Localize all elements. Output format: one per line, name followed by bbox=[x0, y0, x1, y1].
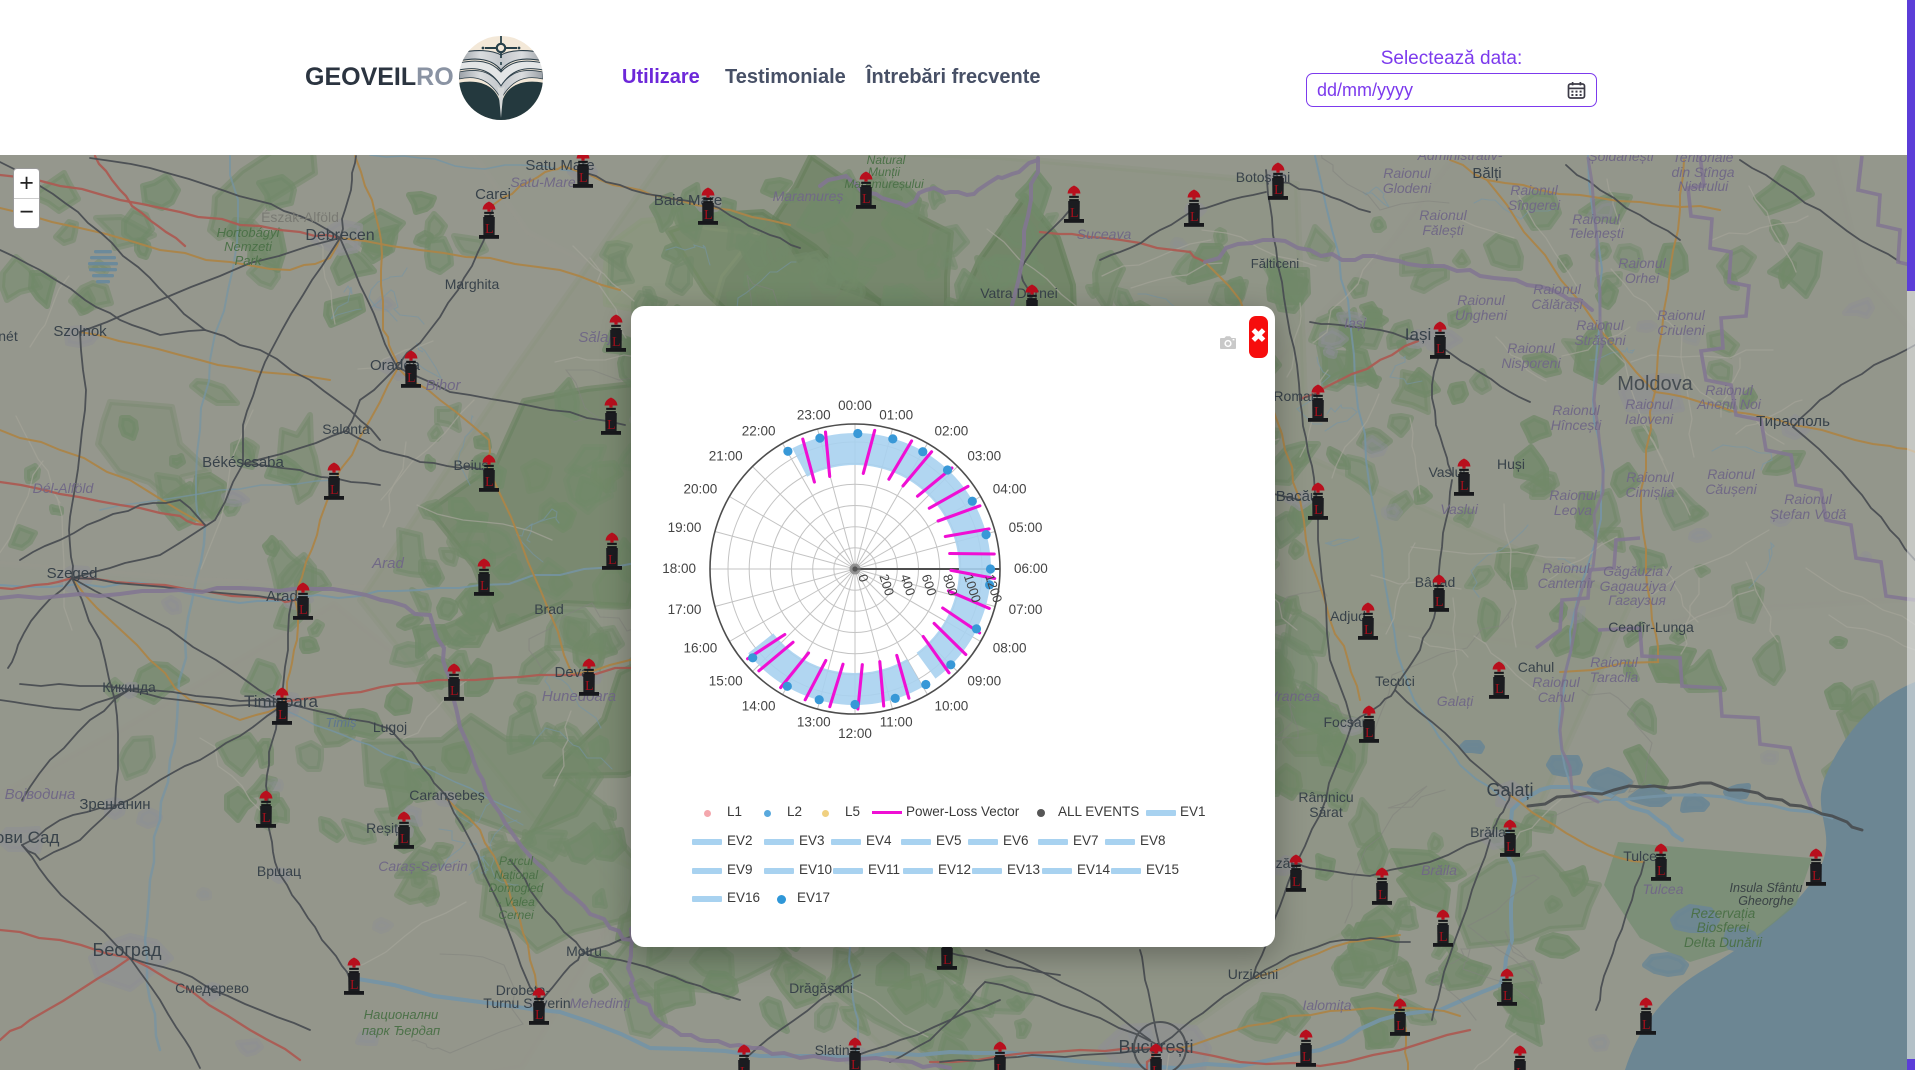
svg-text:14:00: 14:00 bbox=[742, 699, 776, 714]
svg-text:20:00: 20:00 bbox=[684, 482, 718, 497]
svg-text:19:00: 19:00 bbox=[668, 520, 702, 535]
svg-text:05:00: 05:00 bbox=[1009, 520, 1043, 535]
svg-text:16:00: 16:00 bbox=[684, 641, 718, 656]
svg-text:18:00: 18:00 bbox=[662, 561, 696, 576]
svg-text:10:00: 10:00 bbox=[935, 699, 969, 714]
svg-text:09:00: 09:00 bbox=[967, 673, 1001, 688]
svg-text:400: 400 bbox=[897, 572, 918, 597]
svg-text:11:00: 11:00 bbox=[880, 715, 913, 730]
svg-text:800: 800 bbox=[940, 572, 961, 597]
svg-text:22:00: 22:00 bbox=[742, 423, 776, 438]
svg-text:23:00: 23:00 bbox=[797, 407, 831, 422]
svg-text:00:00: 00:00 bbox=[838, 398, 872, 413]
svg-text:07:00: 07:00 bbox=[1009, 602, 1043, 617]
svg-text:600: 600 bbox=[919, 572, 940, 597]
svg-text:13:00: 13:00 bbox=[797, 715, 831, 730]
svg-text:15:00: 15:00 bbox=[709, 673, 743, 688]
svg-text:17:00: 17:00 bbox=[668, 602, 702, 617]
svg-text:08:00: 08:00 bbox=[993, 641, 1027, 656]
svg-text:21:00: 21:00 bbox=[709, 449, 743, 464]
svg-text:06:00: 06:00 bbox=[1014, 561, 1048, 576]
svg-text:03:00: 03:00 bbox=[967, 449, 1001, 464]
svg-text:04:00: 04:00 bbox=[993, 482, 1027, 497]
svg-text:12:00: 12:00 bbox=[838, 726, 872, 741]
svg-text:01:00: 01:00 bbox=[879, 407, 913, 422]
svg-text:02:00: 02:00 bbox=[935, 423, 969, 438]
